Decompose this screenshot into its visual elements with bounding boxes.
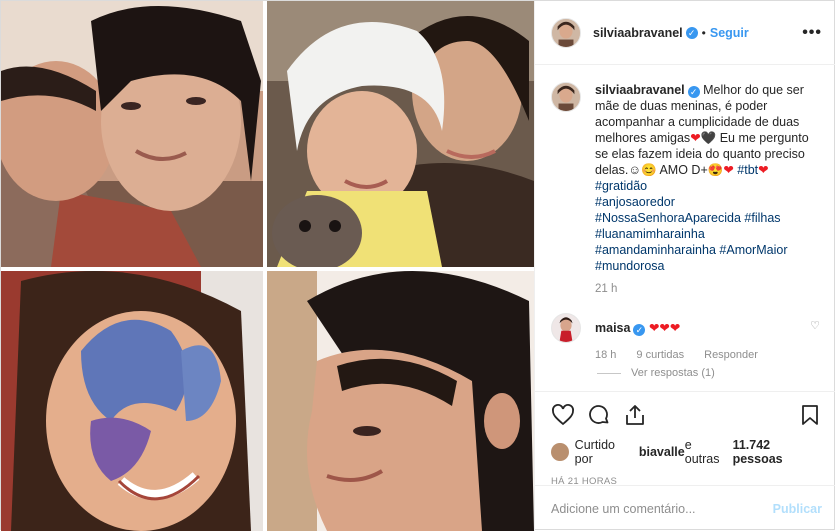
verified-badge-icon: ✓: [687, 86, 700, 98]
comment-hearts: ❤❤❤: [648, 321, 681, 335]
verified-badge-icon: ✓: [685, 26, 698, 39]
hashtag-tbt[interactable]: #tbt: [737, 163, 758, 177]
likes-middle: e outras: [684, 438, 720, 466]
bookmark-icon[interactable]: [798, 403, 822, 427]
photo-mother-daughter-closeup: [1, 1, 263, 267]
username-link[interactable]: silviaabravanel: [593, 26, 683, 40]
hashtag-nossasenhoraaparecida[interactable]: #NossaSenhoraAparecida: [595, 211, 741, 225]
hashtag-luanamimharainha[interactable]: #luanamimharainha: [595, 227, 705, 241]
caption-text: silviaabravanel ✓ Melhor do que ser mãe d…: [595, 82, 820, 274]
hashtag-mundorosa[interactable]: #mundorosa: [595, 259, 665, 273]
hashtag-amandaminharainha[interactable]: #amandaminharainha: [595, 243, 716, 257]
liker-username[interactable]: biavalle: [639, 445, 685, 459]
likes-count[interactable]: 11.742 pessoas: [733, 438, 822, 466]
commenter-username[interactable]: maisa: [595, 321, 630, 335]
post-photo-collage[interactable]: [1, 1, 534, 531]
follow-button[interactable]: Seguir: [710, 26, 749, 40]
add-comment-input[interactable]: [551, 501, 773, 516]
photo-girl-butterfly-facepaint: [1, 271, 263, 531]
publish-button[interactable]: Publicar: [773, 502, 822, 516]
likes-summary: Curtido por biavalle e outras 11.742 pes…: [551, 438, 822, 466]
caption-row: silviaabravanel ✓ Melhor do que ser mãe d…: [551, 82, 820, 274]
reply-button[interactable]: Responder: [704, 349, 758, 361]
post-actions: Curtido por biavalle e outras 11.742 pes…: [535, 391, 835, 487]
commenter-avatar[interactable]: [551, 313, 581, 343]
comment-likes[interactable]: 9 curtidas: [636, 349, 684, 361]
comment-row: maisa ✓ ❤❤❤ ♡: [551, 313, 820, 343]
separator-dot: •: [701, 25, 706, 40]
post-side-panel: silviaabravanel ✓ • Seguir ••• silviaabr…: [534, 1, 835, 531]
hashtag-amormaior[interactable]: #AmorMaior: [719, 243, 787, 257]
post-header: silviaabravanel ✓ • Seguir •••: [535, 1, 835, 65]
liker-avatar[interactable]: [551, 443, 569, 461]
hashtag-gratidao[interactable]: #gratidão: [595, 179, 647, 193]
caption-time: 21 h: [595, 283, 618, 295]
photo-towel-girl-and-mother: [267, 1, 534, 267]
photo-girl-profile: [267, 271, 534, 531]
comment-meta: 18 h 9 curtidas Responder: [595, 349, 820, 361]
comment-time: 18 h: [595, 349, 617, 361]
comment-icon[interactable]: [587, 403, 611, 427]
action-icons-bar: [551, 402, 822, 428]
caption-amo: AMO D+: [656, 163, 708, 177]
comment-text: maisa ✓ ❤❤❤: [595, 320, 820, 343]
avatar[interactable]: [551, 17, 581, 48]
instagram-post: silviaabravanel ✓ • Seguir ••• silviaabr…: [0, 0, 835, 531]
comments-section[interactable]: silviaabravanel ✓ Melhor do que ser mãe d…: [535, 66, 835, 391]
comment-like-heart-icon[interactable]: ♡: [810, 319, 820, 332]
share-icon[interactable]: [623, 403, 647, 427]
hashtag-filhas[interactable]: #filhas: [744, 211, 780, 225]
heart-icon[interactable]: [551, 403, 575, 427]
verified-badge-icon: ✓: [633, 324, 646, 336]
heart-emoji-pair: ❤🖤: [690, 131, 717, 145]
smile-emoji-pair: ☺😊: [628, 163, 657, 177]
caption-username[interactable]: silviaabravanel: [595, 83, 685, 97]
caption-avatar[interactable]: [551, 82, 581, 112]
add-comment-bar: Publicar: [535, 485, 835, 531]
hashtag-anjosaoredor[interactable]: #anjosaoredor: [595, 195, 675, 209]
view-replies-link[interactable]: Ver respostas (1): [597, 367, 820, 379]
love-emoji-pair: 😍❤: [707, 163, 734, 177]
more-options-icon[interactable]: •••: [802, 24, 822, 42]
likes-prefix: Curtido por: [574, 438, 615, 466]
tbt-heart-emoji: ❤: [758, 163, 769, 177]
